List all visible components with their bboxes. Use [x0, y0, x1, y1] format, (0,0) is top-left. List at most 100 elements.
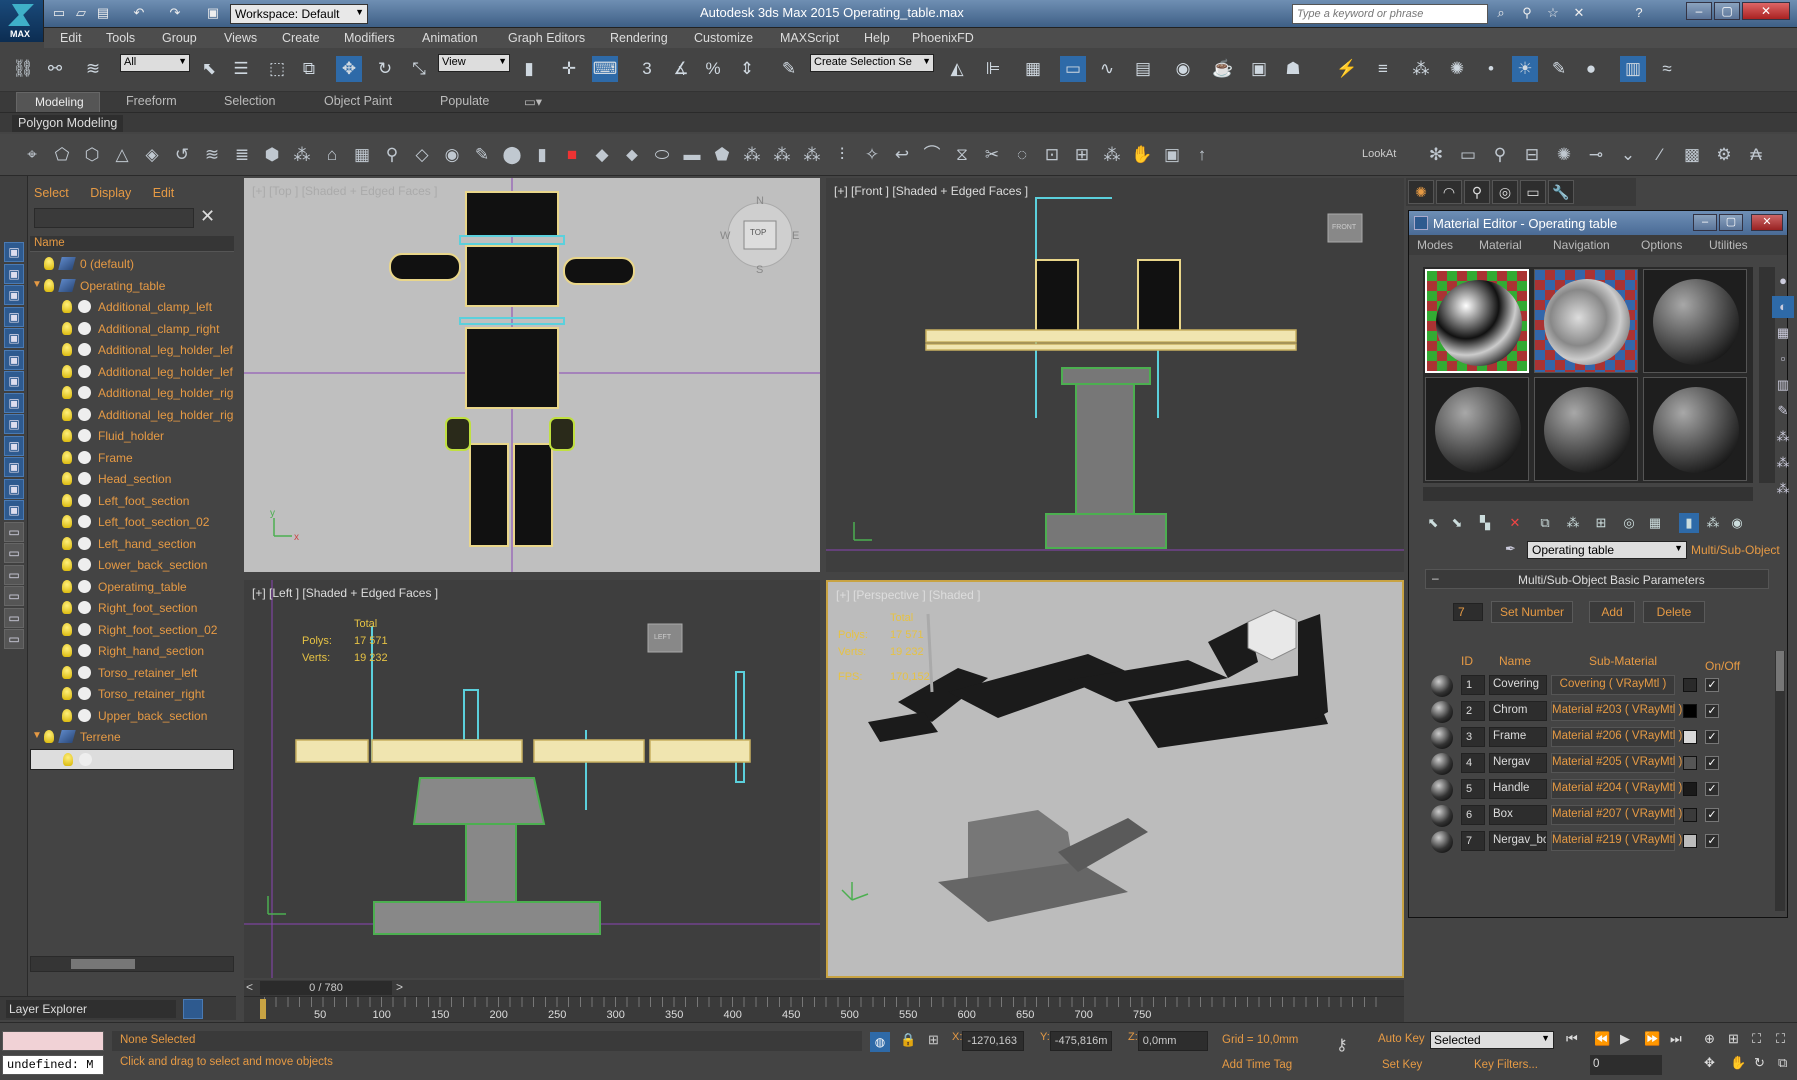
- key-icon[interactable]: ⊸: [1584, 143, 1608, 167]
- tab-selection[interactable]: Selection: [224, 94, 275, 108]
- submaterial-color-swatch[interactable]: [1683, 834, 1697, 848]
- detach-icon[interactable]: ◈: [140, 143, 164, 167]
- eyedropper-icon[interactable]: ✒: [1505, 541, 1516, 557]
- loop-icon[interactable]: ≣: [230, 143, 254, 167]
- sample-slot-3[interactable]: [1643, 269, 1747, 373]
- link-icon[interactable]: ⛓: [10, 56, 36, 82]
- lookat-label[interactable]: LookAt: [1362, 148, 1396, 160]
- submaterial-name-input[interactable]: Nergav_bc: [1489, 831, 1547, 851]
- scene-list-item[interactable]: Right_foot_section: [30, 598, 234, 619]
- scatter-icon[interactable]: ⁂: [1100, 143, 1124, 167]
- material-navigator-icon[interactable]: ⁂: [1772, 478, 1794, 500]
- vray-icon[interactable]: ⚡: [1334, 56, 1360, 82]
- select-and-rotate-icon[interactable]: ↻: [372, 56, 398, 82]
- viewport-front[interactable]: [+] [Front ] [Shaded + Edged Faces ] FRO…: [826, 178, 1404, 572]
- rect-region-icon[interactable]: ⬚: [264, 56, 290, 82]
- submaterial-column-header[interactable]: Sub-Material: [1589, 654, 1657, 668]
- attach-icon[interactable]: △: [110, 143, 134, 167]
- menu-help[interactable]: Help: [864, 31, 890, 45]
- scene-list-item[interactable]: Lower_back_section: [30, 555, 234, 576]
- disc-icon[interactable]: ⬭: [650, 143, 674, 167]
- sphere-icon[interactable]: ⬤: [500, 143, 524, 167]
- submaterial-button[interactable]: Material #206 ( VRayMtl ): [1551, 727, 1682, 747]
- named-selection-set-dropdown[interactable]: Create Selection Se ▼: [810, 54, 934, 72]
- go-to-parent-icon[interactable]: ⁂: [1703, 513, 1723, 533]
- time-slider[interactable]: < 0 / 780 >: [244, 980, 1404, 996]
- submaterial-preview-icon[interactable]: [1431, 675, 1453, 697]
- select-and-scale-icon[interactable]: ⤡: [406, 56, 432, 82]
- submaterial-preview-icon[interactable]: [1431, 727, 1453, 749]
- prev-frame-icon[interactable]: <: [246, 980, 253, 994]
- submaterial-id[interactable]: 4: [1461, 753, 1485, 773]
- scene-list-item[interactable]: Right_foot_section_02: [30, 620, 234, 641]
- submaterial-name-input[interactable]: Chrom: [1489, 701, 1547, 721]
- next-frame-icon[interactable]: ⏩: [1644, 1031, 1660, 1047]
- material-editor-icon[interactable]: ◉: [1170, 56, 1196, 82]
- dot-node-icon[interactable]: •: [1478, 56, 1504, 82]
- submaterial-button[interactable]: Material #203 ( VRayMtl ): [1551, 701, 1682, 721]
- filter-icon[interactable]: ▭: [4, 586, 24, 606]
- submaterial-button[interactable]: Material #207 ( VRayMtl ): [1551, 805, 1682, 825]
- submaterial-name-input[interactable]: Frame: [1489, 727, 1547, 747]
- get-material-icon[interactable]: ⬉: [1423, 513, 1443, 533]
- cut-icon[interactable]: ⫶: [830, 143, 854, 167]
- extrude-icon[interactable]: ⁂: [800, 143, 824, 167]
- submaterial-onoff-checkbox[interactable]: ✓: [1705, 808, 1719, 822]
- cylinder-icon[interactable]: ▮: [530, 143, 554, 167]
- ref-coord-dropdown[interactable]: View ▼: [438, 54, 510, 72]
- viewport-perspective-label[interactable]: [+] [Perspective ] [Shaded ]: [836, 588, 980, 602]
- sample-slot-2[interactable]: [1534, 269, 1638, 373]
- visibility-bulb-icon[interactable]: [62, 536, 72, 550]
- ring2-icon[interactable]: ◌: [1010, 143, 1034, 167]
- frame-counter[interactable]: 0 / 780: [260, 981, 392, 995]
- next-frame-icon[interactable]: >: [396, 980, 403, 994]
- mat-minimize-button[interactable]: –: [1693, 214, 1717, 231]
- lock-selection-icon[interactable]: 🔒: [900, 1032, 916, 1048]
- menu-modifiers[interactable]: Modifiers: [344, 31, 395, 45]
- submaterial-button[interactable]: Material #205 ( VRayMtl ): [1551, 753, 1682, 773]
- scene-search-input[interactable]: [34, 208, 194, 228]
- gear-icon[interactable]: ✻: [1424, 143, 1448, 167]
- chevron-down-icon[interactable]: ⌄: [1616, 143, 1640, 167]
- scene-horizontal-scrollbar[interactable]: [30, 956, 234, 972]
- slice-icon[interactable]: ▬: [680, 143, 704, 167]
- viewcube-left[interactable]: LEFT: [654, 634, 671, 641]
- scene-list-item[interactable]: Fluid_holder: [30, 426, 234, 447]
- lock-icon[interactable]: ⚲: [1488, 143, 1512, 167]
- scene-list-item[interactable]: 0 (default): [30, 254, 234, 275]
- visibility-bulb-icon[interactable]: [62, 386, 72, 399]
- zoom-all-icon[interactable]: ⊞: [1728, 1031, 1739, 1047]
- visibility-bulb-icon[interactable]: [62, 515, 72, 528]
- previous-frame-icon[interactable]: ⏪: [1594, 1031, 1610, 1047]
- maximize-button[interactable]: ▢: [1714, 2, 1740, 20]
- scene-menu-display[interactable]: Display: [90, 186, 131, 200]
- percent-snap-icon[interactable]: %: [700, 56, 726, 82]
- slash-icon[interactable]: ⁄: [1648, 143, 1672, 167]
- submaterial-onoff-checkbox[interactable]: ✓: [1705, 730, 1719, 744]
- close-x-icon[interactable]: ✕: [1570, 4, 1588, 22]
- window-icon[interactable]: ▭: [1456, 143, 1480, 167]
- submaterial-name-input[interactable]: Covering: [1489, 675, 1547, 695]
- scene-list-item[interactable]: Additional_leg_holder_rig: [30, 383, 234, 404]
- app-logo[interactable]: MAX: [0, 0, 44, 42]
- viewport-top-label[interactable]: [+] [Top ] [Shaded + Edged Faces ]: [252, 184, 437, 198]
- absolute-mode-icon[interactable]: ⊞: [928, 1032, 939, 1048]
- menu-rendering[interactable]: Rendering: [610, 31, 668, 45]
- search-icon[interactable]: ⚲: [1518, 4, 1536, 22]
- frozen-icon[interactable]: ▭: [4, 543, 24, 563]
- angle-snap-icon[interactable]: ∡: [668, 56, 694, 82]
- field-of-view-icon[interactable]: ✥: [1704, 1055, 1715, 1071]
- submaterial-id[interactable]: 1: [1461, 675, 1485, 695]
- redo-icon[interactable]: ↷: [166, 4, 184, 22]
- draw-icon[interactable]: ✎: [470, 143, 494, 167]
- project-folder-icon[interactable]: ▣: [204, 4, 222, 22]
- create-icon[interactable]: ⬠: [50, 143, 74, 167]
- isolate-selection-icon[interactable]: ◍: [870, 1032, 890, 1052]
- submaterial-name-input[interactable]: Handle: [1489, 779, 1547, 799]
- maxscript-listener-mini[interactable]: [2, 1031, 104, 1051]
- submaterial-onoff-checkbox[interactable]: ✓: [1705, 782, 1719, 796]
- shapes-icon[interactable]: ▣: [4, 349, 24, 370]
- visibility-bulb-icon[interactable]: [44, 730, 54, 743]
- visibility-bulb-icon[interactable]: [62, 407, 72, 421]
- delete-button[interactable]: Delete: [1643, 601, 1705, 623]
